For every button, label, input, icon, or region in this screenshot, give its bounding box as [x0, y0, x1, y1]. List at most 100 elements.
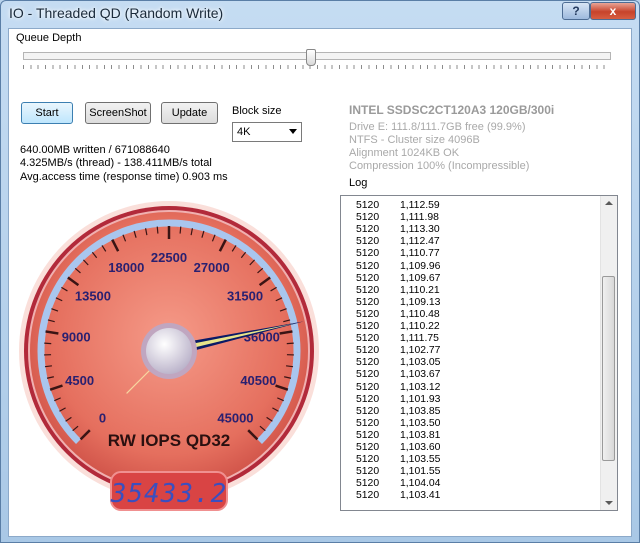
scroll-up-icon[interactable] [605, 201, 613, 205]
log-row: 5120 1,109.67 [356, 273, 440, 284]
log-row: 5120 1,103.55 [356, 454, 440, 465]
gauge-hub [146, 328, 192, 374]
title-bar[interactable]: IO - Threaded QD (Random Write) ? x [1, 1, 639, 27]
log-block-size: 5120 [356, 478, 380, 490]
log-row: 5120 1,103.50 [356, 418, 440, 429]
log-row: 5120 1,109.96 [356, 261, 440, 272]
log-value: 1,112.59 [400, 200, 440, 211]
gauge-title: RW IOPS QD32 [108, 431, 231, 450]
log-block-size: 5120 [356, 200, 380, 211]
log-value: 1,110.48 [400, 308, 440, 320]
screenshot-button[interactable]: ScreenShot [85, 102, 151, 124]
log-block-size: 5120 [356, 321, 380, 332]
gauge-tick-label: 13500 [75, 289, 111, 304]
log-block-size: 5120 [356, 417, 380, 429]
stats-throughput: 4.325MB/s (thread) - 138.411MB/s total [20, 157, 212, 169]
slider-ticks [23, 65, 611, 69]
gauge-minor-tick [156, 226, 159, 234]
gauge-tick-label: 0 [99, 410, 106, 425]
log-value: 1,110.21 [400, 284, 440, 296]
block-size-select[interactable]: 4K [232, 122, 302, 142]
log-value: 1,111.98 [400, 212, 439, 224]
scroll-down-icon[interactable] [605, 501, 613, 505]
log-value: 1,109.13 [400, 296, 441, 308]
log-list[interactable]: 5120 1,112.59 5120 1,111.98 5120 1,113.30 5120… [340, 195, 618, 511]
log-row: 5120 1,104.04 [356, 478, 440, 489]
block-size-value: 4K [237, 126, 251, 138]
log-value: 1,109.67 [400, 272, 441, 284]
log-value: 1,109.96 [400, 260, 441, 272]
log-scrollbar-thumb[interactable] [602, 276, 615, 461]
log-row: 5120 1,103.67 [356, 369, 440, 380]
log-value: 1,103.85 [400, 405, 441, 417]
log-value: 1,110.22 [400, 321, 440, 332]
log-row: 5120 1,103.05 [356, 357, 440, 368]
log-block-size: 5120 [356, 212, 380, 224]
log-value: 1,113.30 [400, 224, 440, 236]
log-block-size: 5120 [356, 442, 380, 453]
log-value: 1,110.77 [400, 248, 440, 260]
log-row: 5120 1,110.22 [356, 321, 440, 332]
log-value: 1,101.93 [400, 393, 441, 405]
log-row: 5120 1,103.41 [356, 490, 440, 501]
log-block-size: 5120 [356, 296, 380, 308]
log-value: 1,103.55 [400, 454, 441, 466]
log-block-size: 5120 [356, 369, 380, 381]
log-row: 5120 1,110.48 [356, 309, 440, 320]
queue-depth-slider[interactable] [23, 52, 611, 60]
close-button[interactable]: x [590, 2, 636, 20]
queue-depth-label: Queue Depth [16, 32, 82, 44]
gauge-tick-label: 45000 [217, 410, 253, 425]
log-row: 5120 1,101.55 [356, 466, 440, 477]
log-block-size: 5120 [356, 381, 380, 393]
log-row: 5120 1,103.81 [356, 430, 440, 441]
log-row: 5120 1,103.85 [356, 406, 440, 417]
log-block-size: 5120 [356, 357, 380, 369]
log-block-size: 5120 [356, 284, 380, 296]
update-button[interactable]: Update [161, 102, 218, 124]
drive-name: INTEL SSDSC2CT120A3 120GB/300i [349, 103, 555, 117]
gauge-tick-label: 18000 [108, 260, 144, 275]
block-size-label: Block size [232, 105, 282, 117]
log-row: 5120 1,112.59 [356, 200, 440, 211]
log-row: 5120 1,112.47 [356, 236, 440, 247]
drive-free: Drive E: 111.8/111.7GB free (99.9%) [349, 121, 526, 133]
log-value: 1,103.67 [400, 369, 441, 381]
log-value: 1,103.41 [400, 490, 441, 502]
log-block-size: 5120 [356, 466, 380, 478]
log-row: 5120 1,103.12 [356, 382, 440, 393]
gauge-tick-label: 31500 [227, 289, 263, 304]
log-value: 1,104.04 [400, 478, 441, 490]
log-block-size: 5120 [356, 272, 380, 284]
client-area: Queue Depth Start ScreenShot Update Bloc… [8, 28, 632, 537]
log-value: 1,112.47 [400, 236, 440, 248]
log-row: 5120 1,103.60 [356, 442, 440, 453]
log-value: 1,103.12 [400, 381, 441, 393]
log-block-size: 5120 [356, 429, 380, 441]
log-row: 5120 1,111.75 [356, 333, 439, 344]
log-block-size: 5120 [356, 236, 380, 248]
log-value: 1,103.81 [400, 429, 441, 441]
stats-written: 640.00MB written / 671088640 [20, 144, 170, 156]
drive-compression: Compression 100% (Incompressible) [349, 160, 530, 172]
log-block-size: 5120 [356, 490, 380, 502]
log-block-size: 5120 [356, 454, 380, 466]
log-value: 1,103.50 [400, 417, 441, 429]
help-button[interactable]: ? [562, 2, 590, 20]
start-button[interactable]: Start [21, 102, 73, 124]
log-block-size: 5120 [356, 345, 380, 357]
log-row: 5120 1,102.77 [356, 345, 440, 356]
log-row: 5120 1,111.98 [356, 212, 439, 223]
log-block-size: 5120 [356, 248, 380, 260]
queue-depth-slider-thumb[interactable] [306, 49, 317, 66]
gauge-minor-tick [179, 226, 182, 234]
log-block-size: 5120 [356, 308, 380, 320]
log-label: Log [349, 177, 368, 189]
chevron-down-icon [289, 129, 297, 134]
log-block-size: 5120 [356, 333, 380, 345]
log-value: 1,103.60 [400, 442, 441, 453]
log-scrollbar[interactable] [600, 196, 617, 510]
log-row: 5120 1,101.93 [356, 394, 440, 405]
log-row: 5120 1,110.77 [356, 248, 440, 259]
log-value: 1,101.55 [400, 466, 441, 478]
